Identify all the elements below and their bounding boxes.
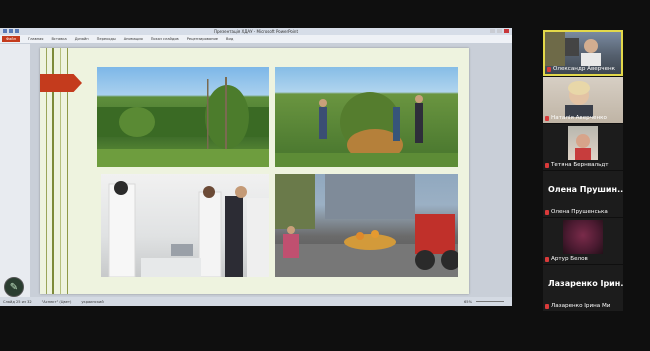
participant-tile[interactable]: Наталія Аверченко <box>543 77 623 123</box>
quick-access-toolbar[interactable] <box>3 29 19 33</box>
participant-name: Тетяна Бернвальдт <box>551 162 609 168</box>
participant-display-name: Олена Прушин... <box>548 185 623 194</box>
photo-orchard <box>97 67 269 167</box>
mic-muted-icon <box>545 162 549 168</box>
mic-muted-icon <box>545 209 549 215</box>
zoom-slider[interactable] <box>476 301 504 302</box>
tab-file[interactable]: Файл <box>2 36 20 42</box>
participant-tile[interactable]: Олександр Аверченк <box>543 30 623 76</box>
participant-tile[interactable]: Артур Белов <box>543 218 623 264</box>
participant-tile[interactable]: Олена Прушин... Олена Прушенська <box>543 171 623 217</box>
editor-area <box>0 44 512 297</box>
zoom-level[interactable]: 65% <box>464 300 472 304</box>
avatar <box>563 220 603 254</box>
window-controls[interactable] <box>490 29 509 33</box>
mic-muted-icon <box>545 256 549 262</box>
title-bar: Презентація ХДАУ - Microsoft PowerPoint <box>0 28 512 35</box>
slide-counter: Слайд 25 из 32 <box>3 299 32 304</box>
tab-review[interactable]: Рецензирование <box>187 37 218 41</box>
participant-tile[interactable]: Тетяна Бернвальдт <box>543 124 623 170</box>
status-bar: Слайд 25 из 32 "Аспект" (Цвет) украински… <box>0 297 512 306</box>
participant-name: Лазаренко Ірина Ми <box>551 303 611 309</box>
powerpoint-window: Презентація ХДАУ - Microsoft PowerPoint … <box>0 28 512 306</box>
tab-transitions[interactable]: Переходы <box>97 37 116 41</box>
theme-name: "Аспект" (Цвет) <box>41 299 72 304</box>
leaf-icon: ✎ <box>9 281 19 293</box>
participant-display-name: Лазаренко Ірин... <box>548 279 623 288</box>
maximize-icon[interactable] <box>497 29 502 33</box>
window-title: Презентація ХДАУ - Microsoft PowerPoint <box>213 29 299 34</box>
red-arrow-shape <box>40 74 82 92</box>
mic-muted-icon <box>545 115 549 121</box>
minimize-icon[interactable] <box>490 29 495 33</box>
tab-insert[interactable]: Вставка <box>51 37 66 41</box>
participant-name: Артур Белов <box>551 256 588 262</box>
photo-agricultural-fair <box>275 174 458 277</box>
tab-animation[interactable]: Анимация <box>124 37 143 41</box>
tab-home[interactable]: Главная <box>28 37 44 41</box>
participant-name: Олександр Аверченк <box>553 66 616 72</box>
participant-tile[interactable]: Лазаренко Ірин... Лазаренко Ірина Ми <box>543 265 623 311</box>
current-slide[interactable] <box>40 48 469 294</box>
self-view-bubble[interactable]: ✎ <box>4 277 24 297</box>
participant-name: Наталія Аверченко <box>551 115 607 121</box>
slides-pane[interactable] <box>0 44 30 297</box>
mic-muted-icon <box>545 303 549 309</box>
language: украинский <box>81 299 104 304</box>
photo-laboratory <box>101 174 269 277</box>
tab-view[interactable]: Вид <box>226 37 233 41</box>
mic-muted-icon <box>547 66 551 72</box>
participant-name: Олена Прушенська <box>551 209 608 215</box>
close-icon[interactable] <box>504 29 509 33</box>
tab-slideshow[interactable]: Показ слайдов <box>151 37 179 41</box>
ribbon-tabs: Файл Главная Вставка Дизайн Переходы Ани… <box>0 35 512 44</box>
photo-people-orchard <box>275 67 458 167</box>
tab-design[interactable]: Дизайн <box>75 37 89 41</box>
